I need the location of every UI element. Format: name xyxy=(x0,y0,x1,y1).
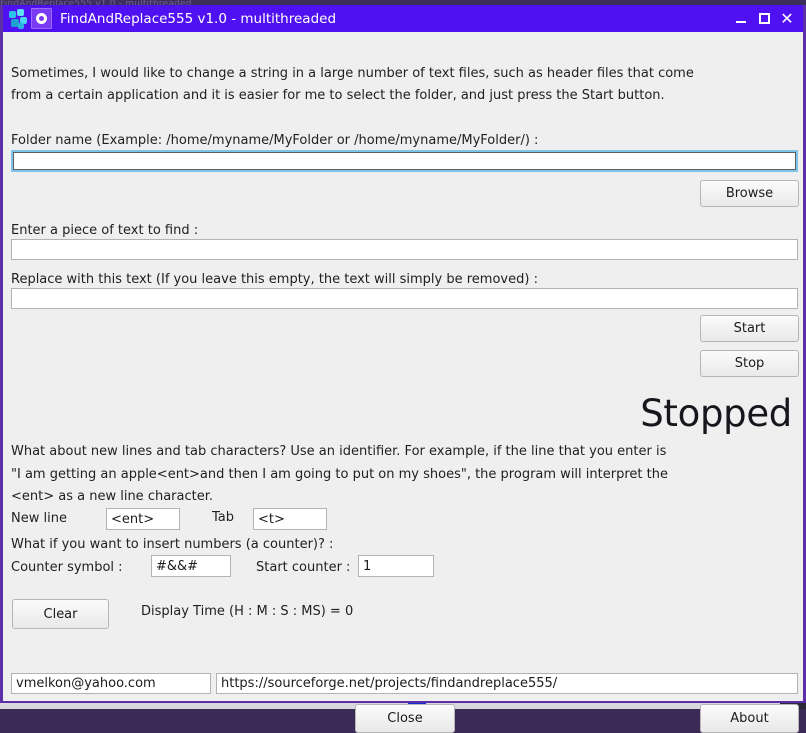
identifiers-line-1: What about new lines and tab characters?… xyxy=(11,444,667,459)
url-input[interactable] xyxy=(216,673,798,694)
display-time-label: Display Time (H : M : S : MS) = 0 xyxy=(141,604,354,619)
email-input[interactable] xyxy=(11,673,211,694)
counter-question-label: What if you want to insert numbers (a co… xyxy=(11,537,334,552)
stop-button[interactable]: Stop xyxy=(700,350,799,377)
replace-text-label: Replace with this text (If you leave thi… xyxy=(11,272,538,287)
close-icon[interactable]: ✕ xyxy=(777,9,797,28)
application-window: FindAndReplace555 v1.0 - multithreaded ✕… xyxy=(0,5,806,733)
about-button[interactable]: About xyxy=(700,704,799,733)
minimize-icon[interactable] xyxy=(731,9,751,28)
intro-line-2: from a certain application and it is eas… xyxy=(11,88,665,103)
close-button[interactable]: Close xyxy=(355,704,455,733)
folder-name-input[interactable] xyxy=(11,150,798,172)
status-label: Stopped xyxy=(640,392,792,435)
title-bar[interactable]: FindAndReplace555 v1.0 - multithreaded ✕ xyxy=(3,5,803,32)
browse-button[interactable]: Browse xyxy=(700,180,799,207)
find-text-input[interactable] xyxy=(11,239,798,260)
blocks-icon xyxy=(7,8,29,30)
folder-name-label: Folder name (Example: /home/myname/MyFol… xyxy=(11,133,539,148)
find-text-label: Enter a piece of text to find : xyxy=(11,223,199,238)
start-counter-input[interactable] xyxy=(358,555,434,577)
counter-symbol-input[interactable] xyxy=(151,555,231,577)
counter-symbol-label: Counter symbol : xyxy=(11,560,123,575)
ring-icon xyxy=(31,8,52,29)
new-line-label: New line xyxy=(11,511,67,526)
desktop-background: FindAndReplace555 v1.0 - multithreaded F… xyxy=(0,0,806,733)
maximize-icon[interactable] xyxy=(754,9,774,28)
replace-text-input[interactable] xyxy=(11,288,798,309)
window-controls: ✕ xyxy=(731,9,801,28)
start-counter-label: Start counter : xyxy=(256,560,351,575)
client-area: Sometimes, I would like to change a stri… xyxy=(3,32,803,733)
tab-input[interactable] xyxy=(253,508,327,530)
identifiers-line-2: "I am getting an apple<ent>and then I am… xyxy=(11,467,668,482)
new-line-input[interactable] xyxy=(106,508,180,530)
start-button[interactable]: Start xyxy=(700,315,799,342)
clear-button[interactable]: Clear xyxy=(12,599,109,629)
window-title: FindAndReplace555 v1.0 - multithreaded xyxy=(60,10,337,27)
intro-line-1: Sometimes, I would like to change a stri… xyxy=(11,66,694,81)
tab-label: Tab xyxy=(212,510,235,525)
identifiers-line-3: <ent> as a new line character. xyxy=(11,489,214,504)
